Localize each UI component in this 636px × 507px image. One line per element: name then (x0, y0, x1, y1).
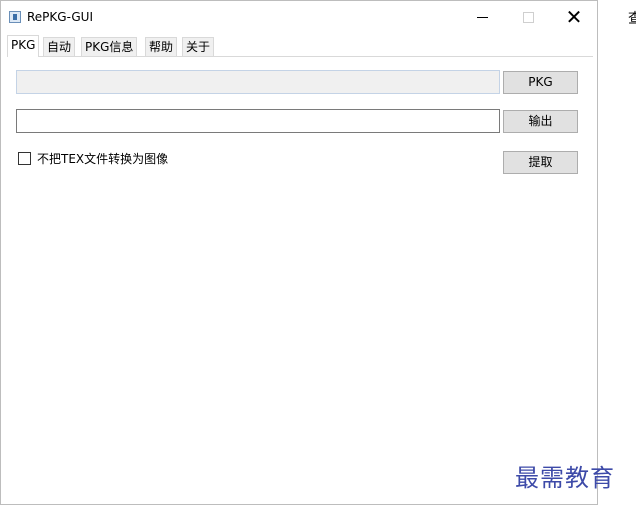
no-tex-convert-label[interactable]: 不把TEX文件转换为图像 (37, 150, 168, 167)
extract-button[interactable]: 提取 (503, 151, 578, 174)
no-tex-convert-checkbox[interactable] (18, 152, 31, 165)
window-title: RePKG-GUI (27, 10, 93, 24)
minimize-icon (476, 17, 488, 18)
pkg-button[interactable]: PKG (503, 71, 578, 94)
background-text: 查 (628, 11, 636, 27)
title-bar[interactable]: RePKG-GUI ✕ (1, 1, 597, 33)
output-path-input[interactable] (16, 109, 500, 133)
tab-panel-pkg: PKG 输出 提取 (7, 56, 593, 503)
minimize-button[interactable] (459, 1, 505, 33)
pkg-path-input[interactable] (16, 70, 500, 94)
watermark-text: 最需教育 (515, 464, 615, 492)
close-icon: ✕ (565, 5, 583, 29)
tab-help[interactable]: 帮助 (145, 37, 178, 56)
app-window: RePKG-GUI ✕ PKG 自动 PKG信息 帮助 关于 PKG 输出 提取… (0, 0, 598, 505)
maximize-button[interactable] (505, 1, 551, 33)
tab-auto[interactable]: 自动 (43, 37, 76, 56)
app-icon (9, 11, 21, 23)
tab-pkg[interactable]: PKG (7, 35, 40, 57)
tab-about[interactable]: 关于 (182, 37, 215, 56)
close-button[interactable]: ✕ (551, 1, 597, 33)
tab-pkg-info[interactable]: PKG信息 (81, 37, 138, 56)
output-button[interactable]: 输出 (503, 110, 578, 133)
maximize-icon (522, 12, 534, 23)
